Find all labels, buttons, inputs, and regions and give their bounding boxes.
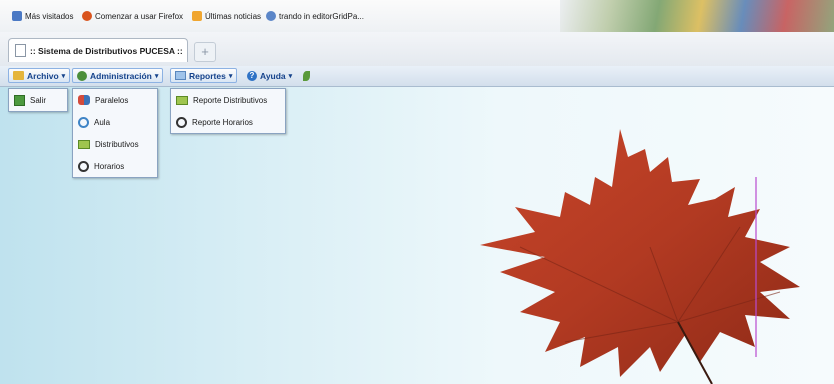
dropdown-administracion: Paralelos Aula Distributivos Horarios bbox=[72, 88, 158, 178]
menu-administracion[interactable]: Administración ▾ bbox=[72, 68, 164, 83]
tab-title: :: Sistema de Distributivos PUCESA :: bbox=[30, 45, 183, 56]
chevron-down-icon: ▾ bbox=[61, 72, 66, 80]
people-icon bbox=[78, 95, 90, 105]
menu-item-reporte-horarios[interactable]: Reporte Horarios bbox=[171, 111, 285, 133]
chevron-down-icon: ▾ bbox=[154, 72, 159, 80]
menu-reportes[interactable]: Reportes ▾ bbox=[170, 68, 238, 83]
app-menubar: Archivo ▾ Administración ▾ Reportes ▾ ? … bbox=[0, 66, 834, 87]
globe-icon bbox=[266, 11, 276, 21]
bookmark-getting-started[interactable]: Comenzar a usar Firefox bbox=[82, 11, 183, 21]
chevron-down-icon: ▾ bbox=[228, 72, 233, 80]
bookmark-grid-editor[interactable]: trando in editorGridPa... bbox=[266, 11, 364, 21]
menu-extra[interactable] bbox=[298, 68, 315, 83]
bookmark-latest-news[interactable]: Últimas noticias bbox=[192, 11, 261, 21]
menu-archivo[interactable]: Archivo ▾ bbox=[8, 68, 71, 83]
menu-item-salir[interactable]: Salir bbox=[9, 89, 67, 111]
report-icon bbox=[175, 71, 186, 80]
menu-item-horarios[interactable]: Horarios bbox=[73, 155, 157, 177]
menu-ayuda[interactable]: ? Ayuda ▾ bbox=[242, 68, 297, 83]
menu-item-paralelos[interactable]: Paralelos bbox=[73, 89, 157, 111]
exit-icon bbox=[14, 94, 25, 106]
folder-icon bbox=[13, 71, 24, 80]
menu-item-aula[interactable]: Aula bbox=[73, 111, 157, 133]
distributive-icon bbox=[78, 139, 90, 149]
new-tab-button[interactable]: + bbox=[194, 42, 216, 62]
gears-icon bbox=[77, 70, 87, 81]
help-icon: ? bbox=[247, 70, 257, 81]
bookmarks-toolbar: Más visitados Comenzar a usar Firefox Úl… bbox=[0, 0, 834, 66]
menu-item-distributivos[interactable]: Distributivos bbox=[73, 133, 157, 155]
classroom-icon bbox=[78, 116, 89, 128]
chevron-down-icon: ▾ bbox=[288, 72, 293, 80]
clock-icon bbox=[176, 116, 187, 128]
tab-strip: :: Sistema de Distributivos PUCESA :: + bbox=[0, 32, 834, 67]
tab-sistema-distributivos[interactable]: :: Sistema de Distributivos PUCESA :: bbox=[8, 38, 188, 62]
dropdown-archivo: Salir bbox=[8, 88, 68, 112]
page-icon bbox=[15, 44, 26, 57]
menu-item-reporte-distributivos[interactable]: Reporte Distributivos bbox=[171, 89, 285, 111]
bookmark-most-visited[interactable]: Más visitados bbox=[12, 11, 73, 21]
rss-icon bbox=[192, 11, 202, 21]
firefox-icon bbox=[82, 11, 92, 21]
star-icon bbox=[12, 11, 22, 21]
leaf-icon bbox=[303, 70, 310, 81]
distributive-icon bbox=[176, 95, 188, 105]
clock-icon bbox=[78, 160, 89, 172]
dropdown-reportes: Reporte Distributivos Reporte Horarios bbox=[170, 88, 286, 134]
